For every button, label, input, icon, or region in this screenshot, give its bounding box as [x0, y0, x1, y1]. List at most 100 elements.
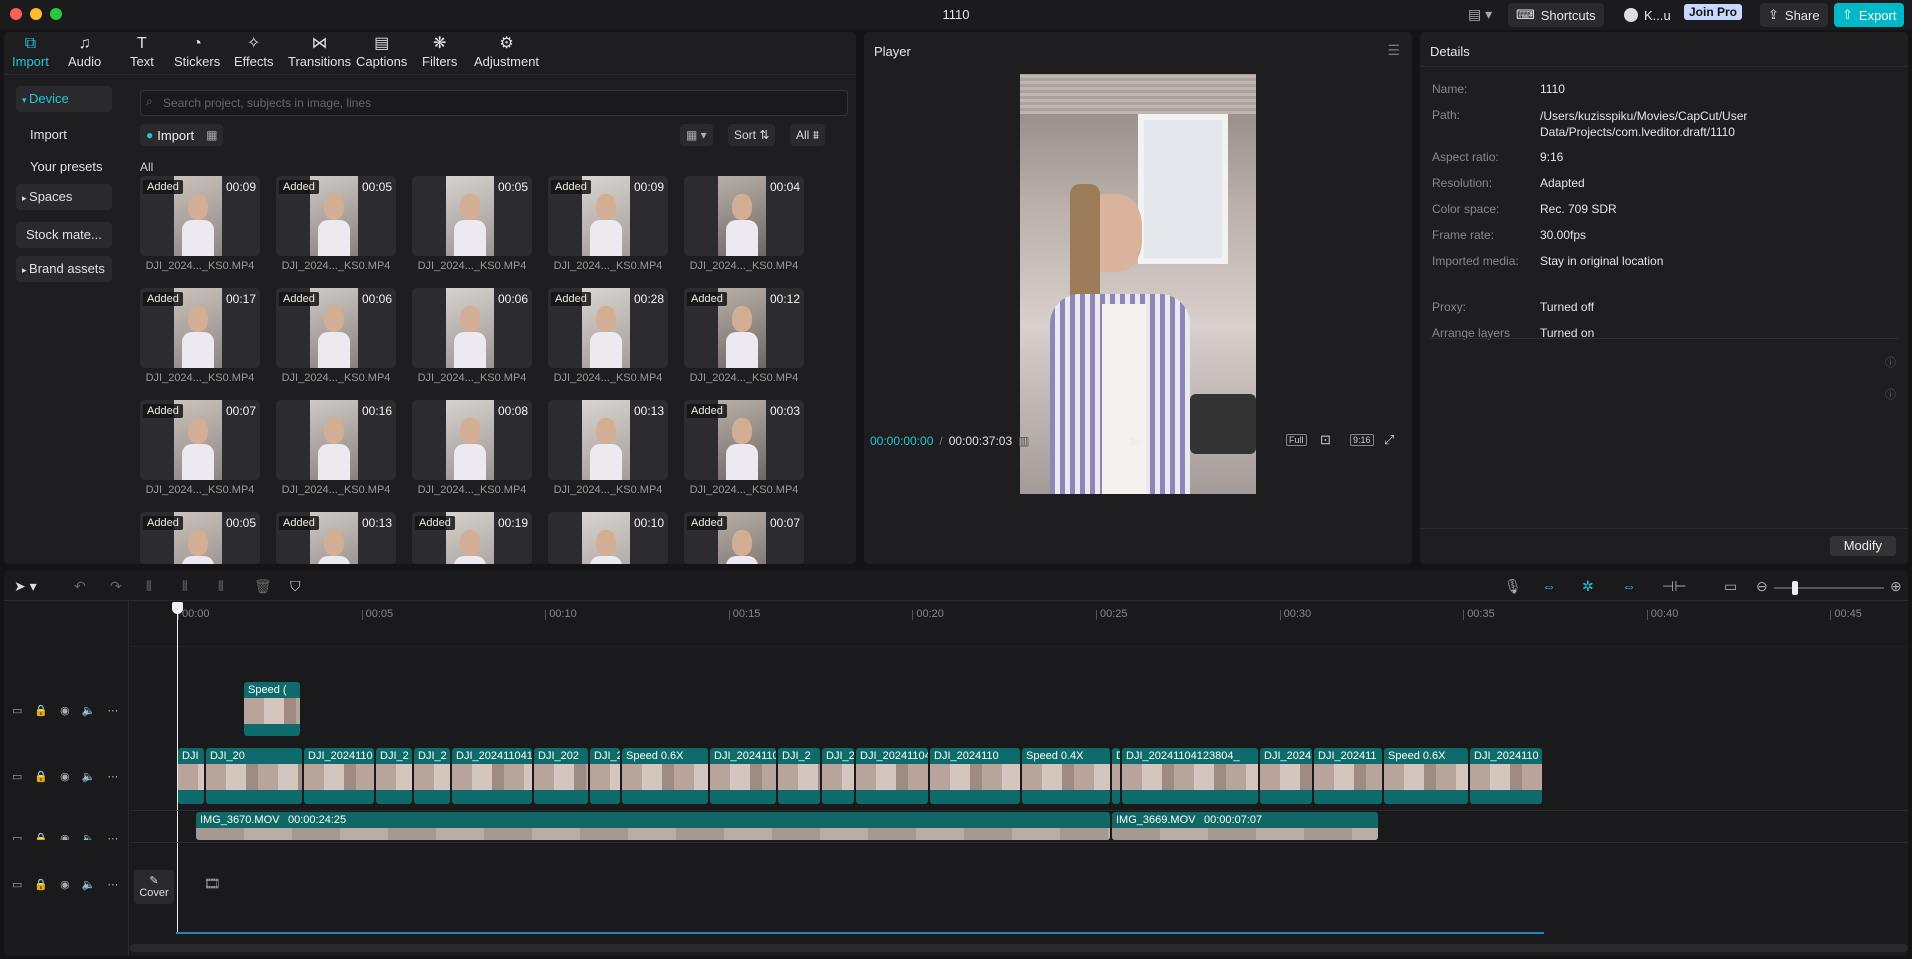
video-clip[interactable]: DJI_2024110	[304, 748, 374, 804]
media-item[interactable]: Added 00:17	[140, 288, 260, 368]
shortcuts-button[interactable]: ⌨ Shortcuts	[1508, 3, 1604, 27]
account-button[interactable]: K...u	[1616, 3, 1679, 27]
video-clip[interactable]: Speed 0.6X	[622, 748, 708, 804]
share-button[interactable]: ⇪ Share	[1760, 3, 1828, 27]
menu-icon[interactable]: ☰	[1387, 42, 1400, 59]
media-item[interactable]: Added 00:09	[140, 176, 260, 256]
aspect-ratio-button[interactable]: 9:16	[1350, 434, 1374, 446]
eye-icon[interactable]: ◉	[60, 878, 70, 891]
tab-transitions[interactable]: ⋈ Transitions	[288, 34, 351, 69]
caption-icon[interactable]: ▭	[1724, 578, 1737, 595]
media-item[interactable]: Added 00:05	[276, 176, 396, 256]
sidebar-item-spaces[interactable]: ▸ Spaces	[16, 184, 112, 210]
video-clip[interactable]: DJI_20241104	[856, 748, 928, 804]
more-icon[interactable]: ⋯	[107, 770, 118, 783]
lock-icon[interactable]: 🔒	[34, 832, 48, 840]
video-clip[interactable]: DJI_2	[778, 748, 820, 804]
media-item[interactable]: Added 00:19	[412, 512, 532, 564]
media-item[interactable]: Added 00:06	[276, 288, 396, 368]
sidebar-item-import[interactable]: Import	[16, 122, 112, 148]
tab-filters[interactable]: ❋ Filters	[422, 34, 457, 69]
screenshot-icon[interactable]: ⊡	[1320, 432, 1331, 448]
video-clip[interactable]: DJI_2024	[1260, 748, 1312, 804]
main-track-magnet-icon[interactable]: ⇔	[1542, 578, 1556, 594]
sort-button[interactable]: Sort ⇅	[728, 124, 776, 146]
media-item[interactable]: 00:13	[548, 400, 668, 480]
linkage-icon[interactable]: ⇔	[1622, 578, 1636, 594]
auto-snapping-icon[interactable]: ✲	[1582, 578, 1594, 595]
media-item[interactable]: Added 00:12	[684, 288, 804, 368]
marker-icon[interactable]: ⛉	[290, 578, 301, 595]
tab-import[interactable]: ⧉ Import	[12, 34, 49, 69]
tab-adjustment[interactable]: ⚙ Adjustment	[474, 34, 539, 69]
proxy-info-icon[interactable]: ⓘ	[1885, 354, 1896, 370]
eye-icon[interactable]: ◉	[60, 770, 70, 783]
sidebar-item-your-presets[interactable]: Your presets	[16, 154, 112, 180]
redo-icon[interactable]: ↷	[110, 578, 122, 595]
split-icon[interactable]: ⫴	[146, 578, 152, 595]
fullscreen-icon[interactable]: ⤢	[1384, 432, 1394, 448]
video-clip[interactable]: DJI_2024110	[710, 748, 776, 804]
media-item[interactable]: Added 00:05	[140, 512, 260, 564]
audio-clip[interactable]: IMG_3670.MOV 00:00:24:25	[196, 812, 1110, 840]
video-clip[interactable]: DJI_202411	[1314, 748, 1382, 804]
media-item[interactable]: 00:08	[412, 400, 532, 480]
import-button[interactable]: ● Import ▦	[140, 124, 224, 146]
video-clip[interactable]: D	[1112, 748, 1120, 804]
split-left-icon[interactable]: ⫴	[182, 578, 188, 595]
sidebar-item-brand-assets[interactable]: ▸ Brand assets	[16, 256, 112, 282]
detail-value[interactable]: Turned off	[1540, 300, 1594, 314]
video-clip[interactable]: DJI_2	[376, 748, 412, 804]
sidebar-item-stock-mate[interactable]: Stock mate...	[16, 222, 112, 248]
tab-text[interactable]: T Text	[130, 34, 154, 69]
video-clip[interactable]: DJI_2024110412	[452, 748, 532, 804]
overlay-clip[interactable]: Speed (	[244, 682, 300, 736]
cover-button[interactable]: ✎ Cover	[134, 870, 174, 904]
play-button[interactable]: ▶	[1130, 432, 1141, 449]
layout-icon[interactable]: ▤ ▾	[1468, 6, 1492, 23]
full-quality-button[interactable]: Full	[1286, 434, 1307, 446]
select-tool-icon[interactable]: ➤ ▾	[14, 578, 37, 595]
arrange-info-icon[interactable]: ⓘ	[1885, 386, 1896, 402]
media-item[interactable]: 00:10	[548, 512, 668, 564]
more-icon[interactable]: ⋯	[107, 704, 118, 717]
media-item[interactable]: Added 00:09	[548, 176, 668, 256]
undo-icon[interactable]: ↶	[74, 578, 86, 595]
view-mode-button[interactable]: ▦ ▾	[680, 124, 713, 146]
delete-icon[interactable]: 🗑	[254, 578, 272, 595]
media-item[interactable]: Added 00:07	[684, 512, 804, 564]
join-pro-button[interactable]: Join Pro	[1684, 4, 1743, 20]
video-clip[interactable]: DJI_2	[822, 748, 854, 804]
eye-icon[interactable]: ◉	[60, 832, 70, 840]
zoom-slider[interactable]	[1774, 581, 1884, 595]
tab-stickers[interactable]: ◔ Stickers	[174, 34, 220, 69]
tab-audio[interactable]: ♫ Audio	[68, 34, 101, 69]
more-icon[interactable]: ⋯	[107, 832, 118, 840]
video-clip[interactable]: Speed 0.4X	[1022, 748, 1110, 804]
video-clip[interactable]: DJI_2	[414, 748, 450, 804]
eye-icon[interactable]: ◉	[60, 704, 70, 717]
media-item[interactable]: 00:06	[412, 288, 532, 368]
video-preview[interactable]	[1020, 74, 1256, 494]
zoom-in-icon[interactable]: ⊕	[1890, 578, 1902, 595]
audio-icon[interactable]: 🔈	[82, 704, 96, 717]
more-icon[interactable]: ⋯	[107, 878, 118, 891]
video-clip[interactable]: DJI_20	[206, 748, 302, 804]
video-clip[interactable]: DJI	[178, 748, 204, 804]
export-button[interactable]: ⇧ Export	[1834, 3, 1905, 27]
media-item[interactable]: Added 00:28	[548, 288, 668, 368]
microphone-icon[interactable]: 🎙	[1504, 578, 1522, 595]
lock-icon[interactable]: 🔒	[34, 704, 48, 717]
preview-axis-icon[interactable]: ⊣⊢	[1662, 578, 1686, 595]
audio-icon[interactable]: 🔈	[82, 878, 96, 891]
media-item[interactable]: Added 00:03	[684, 400, 804, 480]
zoom-slider-handle[interactable]	[1792, 581, 1798, 595]
split-right-icon[interactable]: ⫴	[218, 578, 224, 595]
filter-button[interactable]: All ⩩	[790, 124, 826, 146]
video-clip[interactable]: DJI_2	[590, 748, 620, 804]
audio-clip[interactable]: IMG_3669.MOV 00:00:07:07	[1112, 812, 1378, 840]
video-clip[interactable]: DJI_202	[534, 748, 588, 804]
timeline-scrollbar[interactable]	[130, 944, 1908, 952]
zoom-out-icon[interactable]: ⊖	[1756, 578, 1768, 595]
media-item[interactable]: 00:16	[276, 400, 396, 480]
